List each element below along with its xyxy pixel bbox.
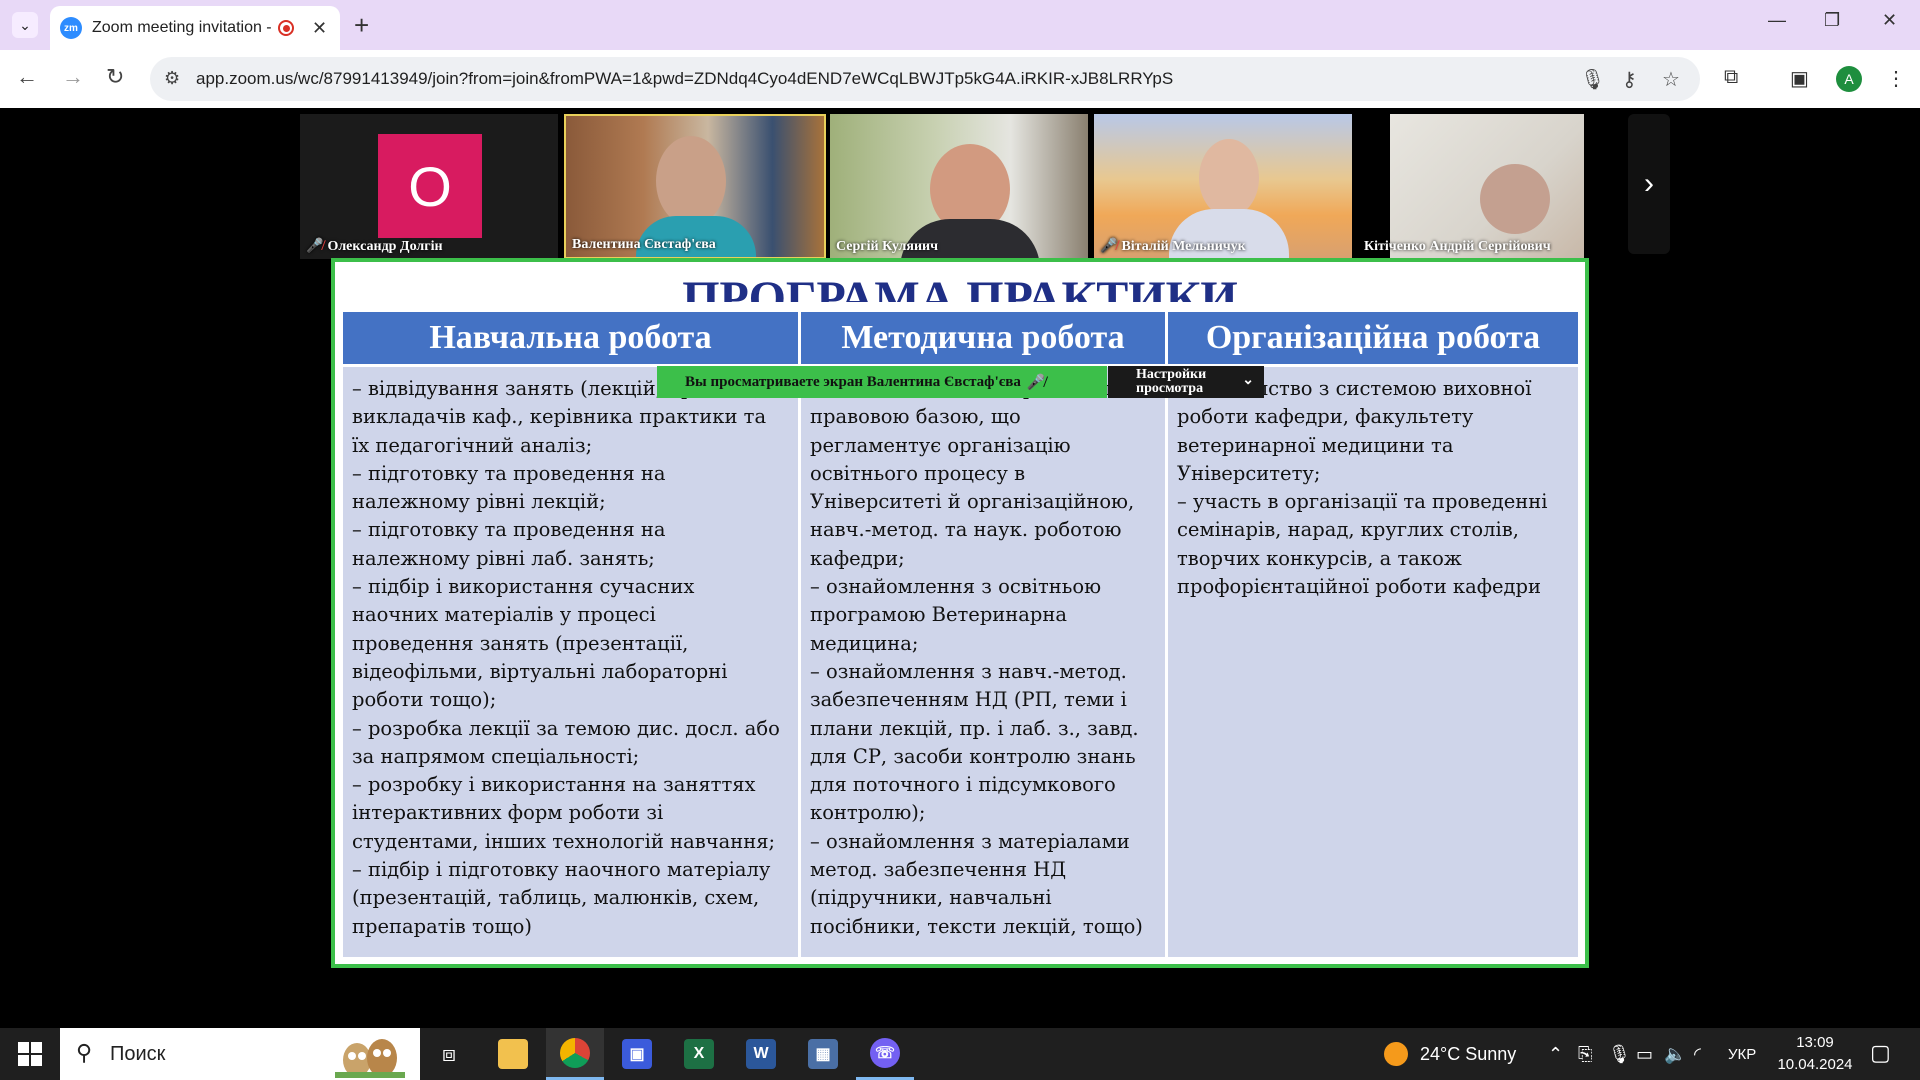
tab-close-icon[interactable]: ✕	[312, 18, 327, 39]
back-button[interactable]: ←	[16, 64, 38, 90]
next-participants-button[interactable]: ›	[1628, 114, 1670, 254]
network-icon[interactable]: ◜	[1694, 1044, 1701, 1065]
browser-tab-strip: ⌄ zm Zoom meeting invitation - Z ✕ + — ❐…	[0, 0, 1920, 50]
shared-screen: ПРОГРАМА ПРАКТИКИ Навчальна робота – від…	[331, 258, 1589, 968]
participant-tile[interactable]: Сергій Куляиич	[830, 114, 1088, 259]
system-clock[interactable]: 13:09 10.04.2024	[1770, 1032, 1860, 1076]
microphone-icon[interactable]: 🎙	[1608, 1044, 1631, 1065]
column-body: – ознайомлення з нормативно- правовою ба…	[801, 367, 1165, 957]
video-figure	[656, 136, 726, 226]
windows-start-button[interactable]	[18, 1042, 42, 1066]
menu-icon[interactable]: ⋮	[1886, 66, 1906, 91]
floppy-disk-icon: ▣	[622, 1039, 652, 1069]
profile-avatar[interactable]: A	[1836, 66, 1862, 92]
participant-tile[interactable]: 🎤̸ Віталій Мельничук	[1094, 114, 1352, 259]
clock-date: 10.04.2024	[1777, 1056, 1853, 1073]
minimize-button[interactable]: —	[1768, 10, 1786, 31]
column-body: – знайомство з системою виховної роботи …	[1168, 367, 1578, 957]
column-header: Навчальна робота	[343, 312, 798, 364]
browser-tab[interactable]: zm Zoom meeting invitation - Z ✕	[50, 6, 340, 50]
key-icon[interactable]: ⚷	[1622, 67, 1637, 92]
taskbar-app-chrome[interactable]	[546, 1028, 604, 1080]
extensions-icon[interactable]: ⧉	[1724, 66, 1738, 89]
participant-tile[interactable]: Валентина Євстаф'єва	[564, 114, 826, 259]
mic-muted-icon: 🎤̸	[306, 239, 324, 254]
search-icon: ⚲	[76, 1040, 93, 1065]
owls-illustration-icon	[335, 1039, 405, 1078]
taskbar-app-calculator[interactable]: ▦	[794, 1028, 852, 1080]
taskbar-search[interactable]: ⚲ Поиск	[60, 1028, 420, 1080]
participant-name: Кітіченко Андрій Сергійович	[1364, 239, 1551, 254]
clock-time: 13:09	[1796, 1034, 1834, 1051]
new-tab-button[interactable]: +	[354, 10, 369, 41]
task-view-icon: ⧈	[442, 1041, 456, 1066]
practice-program-table: Навчальна робота – відвідування занять (…	[343, 312, 1578, 957]
taskbar-app-save[interactable]: ▣	[608, 1028, 666, 1080]
chevron-right-icon: ›	[1644, 167, 1654, 200]
address-bar[interactable]: ⚙ app.zoom.us/wc/87991413949/join?from=j…	[150, 57, 1700, 101]
url-text: app.zoom.us/wc/87991413949/join?from=joi…	[196, 69, 1174, 88]
video-figure	[1199, 139, 1259, 217]
participant-name: Віталій Мельничук	[1121, 239, 1246, 254]
participant-tile[interactable]: Кітіченко Андрій Сергійович	[1358, 114, 1616, 259]
reload-button[interactable]: ↻	[106, 64, 124, 90]
tab-title: Zoom meeting invitation - Z	[92, 19, 272, 36]
video-feed	[1390, 114, 1584, 259]
chrome-icon	[560, 1037, 590, 1068]
calculator-icon: ▦	[808, 1039, 838, 1069]
weather-sun-icon	[1384, 1042, 1408, 1066]
volume-icon[interactable]: 🔈	[1664, 1044, 1686, 1065]
browser-toolbar: ← → ↻ ⚙ app.zoom.us/wc/87991413949/join?…	[0, 50, 1920, 108]
column-header: Методична робота	[801, 312, 1165, 364]
microphone-icon[interactable]: 🎙	[1580, 67, 1605, 92]
screen-share-banner: Вы просматриваете экран Валентина Євстаф…	[657, 366, 1107, 398]
tab-search-button[interactable]: ⌄	[12, 12, 38, 38]
folder-icon	[498, 1039, 528, 1069]
chevron-down-icon: ⌄	[1242, 373, 1254, 388]
search-input[interactable]: Поиск	[110, 1043, 165, 1066]
view-settings-button[interactable]: Настройки просмотра ⌄	[1108, 366, 1264, 398]
forward-button[interactable]: →	[62, 64, 84, 90]
taskbar-app-viber[interactable]: ☏	[856, 1028, 914, 1080]
column-body: – відвідування занять (лекцій, пр., лаб.…	[343, 367, 798, 957]
show-hidden-icons-icon[interactable]: ⌃	[1548, 1044, 1563, 1065]
participant-name: Олександр Долгін	[327, 239, 443, 254]
task-view-button[interactable]: ⧈	[420, 1028, 478, 1080]
taskbar-app-excel[interactable]: X	[670, 1028, 728, 1080]
notifications-icon[interactable]: ▢	[1870, 1040, 1891, 1066]
table-column: Організаційна робота – знайомство з сист…	[1168, 312, 1578, 957]
excel-icon: X	[684, 1039, 714, 1069]
battery-icon[interactable]: ▭	[1636, 1044, 1653, 1065]
zoom-favicon-icon: zm	[60, 17, 82, 39]
site-info-icon[interactable]: ⚙	[164, 68, 180, 89]
side-panel-icon[interactable]: ▣	[1790, 66, 1809, 91]
restore-button[interactable]: ❐	[1824, 10, 1840, 31]
zoom-meeting-area: О 🎤̸ Олександр Долгін Валентина Євстаф'єв…	[0, 108, 1920, 1028]
participant-tile[interactable]: О 🎤̸ Олександр Долгін	[300, 114, 558, 259]
meet-now-icon[interactable]: ⎘	[1578, 1044, 1592, 1065]
viber-icon: ☏	[870, 1037, 900, 1068]
word-icon: W	[746, 1039, 776, 1069]
view-settings-label: Настройки просмотра	[1136, 367, 1207, 396]
screen-share-label: Вы просматриваете экран Валентина Євстаф…	[685, 373, 1021, 390]
recording-icon	[278, 20, 294, 36]
taskbar-app-explorer[interactable]	[484, 1028, 542, 1080]
table-column: Навчальна робота – відвідування занять (…	[343, 312, 798, 957]
video-figure	[1480, 164, 1550, 234]
participant-name: Сергій Куляиич	[836, 239, 939, 254]
chevron-down-icon: ⌄	[19, 16, 31, 33]
avatar: О	[378, 134, 482, 238]
taskbar-app-word[interactable]: W	[732, 1028, 790, 1080]
column-header: Організаційна робота	[1168, 312, 1578, 364]
participant-name: Валентина Євстаф'єва	[572, 237, 716, 252]
mic-muted-icon: 🎤̸	[1026, 374, 1046, 391]
weather-text[interactable]: 24°C Sunny	[1420, 1044, 1516, 1065]
mic-muted-icon: 🎤̸	[1100, 239, 1118, 254]
slide-title: ПРОГРАМА ПРАКТИКИ	[682, 272, 1238, 302]
bookmark-star-icon[interactable]: ☆	[1662, 67, 1680, 92]
table-column: Методична робота – ознайомлення з нормат…	[801, 312, 1165, 957]
close-window-button[interactable]: ✕	[1882, 10, 1897, 31]
language-indicator[interactable]: УКР	[1728, 1046, 1756, 1063]
windows-taskbar: ⚲ Поиск ⧈ ▣ X W ▦ ☏ 24°C Sunny ⌃ ⎘ 🎙 ▭ 🔈…	[0, 1028, 1920, 1080]
